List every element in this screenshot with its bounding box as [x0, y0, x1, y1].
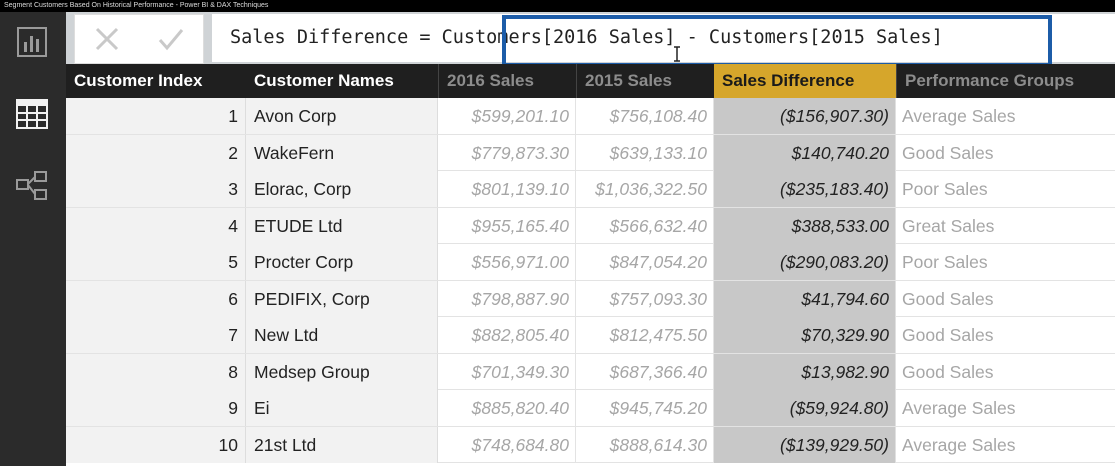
cell-customer-name[interactable]: Avon Corp [246, 98, 438, 134]
cell-customer-name[interactable]: Ei [246, 390, 438, 426]
check-icon [158, 29, 184, 51]
cell-2016-sales[interactable]: $701,349.30 [438, 353, 576, 390]
cell-customer-name[interactable]: WakeFern [246, 134, 438, 171]
cell-performance-group[interactable]: Average Sales [896, 390, 1115, 426]
cell-2015-sales[interactable]: $757,093.30 [576, 280, 714, 317]
cell-customer-index[interactable]: 3 [66, 171, 246, 207]
table-row[interactable]: 3 Elorac, Corp $801,139.10 $1,036,322.50 ($2… [66, 171, 1115, 208]
cell-2015-sales[interactable]: $756,108.40 [576, 98, 714, 134]
cell-2016-sales[interactable]: $748,684.80 [438, 426, 576, 463]
relationships-view-icon[interactable] [12, 166, 52, 206]
cell-performance-group[interactable]: Poor Sales [896, 244, 1115, 280]
table-row[interactable]: 9 Ei $885,820.40 $945,745.20 ($59,924.80) Ave… [66, 390, 1115, 427]
formula-buttons [74, 14, 204, 64]
cell-customer-name[interactable]: New Ltd [246, 317, 438, 353]
cell-2016-sales[interactable]: $882,805.40 [438, 317, 576, 353]
cell-sales-difference[interactable]: ($156,907.30) [714, 98, 896, 134]
cell-customer-index[interactable]: 1 [66, 98, 246, 134]
formula-bar: Sales Difference = Customers[2016 Sales]… [66, 12, 1115, 67]
cell-sales-difference[interactable]: $70,329.90 [714, 317, 896, 353]
cell-2015-sales[interactable]: $888,614.30 [576, 426, 714, 463]
cell-2015-sales[interactable]: $1,036,322.50 [576, 171, 714, 207]
cell-2016-sales[interactable]: $779,873.30 [438, 134, 576, 171]
cell-customer-name[interactable]: PEDIFIX, Corp [246, 280, 438, 317]
cell-sales-difference[interactable]: $41,794.60 [714, 280, 896, 317]
cell-2016-sales[interactable]: $801,139.10 [438, 171, 576, 207]
cell-performance-group[interactable]: Good Sales [896, 135, 1115, 171]
cell-2016-sales[interactable]: $556,971.00 [438, 244, 576, 280]
cell-customer-index[interactable]: 10 [66, 426, 246, 463]
cell-customer-name[interactable]: ETUDE Ltd [246, 207, 438, 244]
table-row[interactable]: 1 Avon Corp $599,201.10 $756,108.40 ($156,90… [66, 98, 1115, 135]
table-row[interactable]: 7 New Ltd $882,805.40 $812,475.50 $70,329.90… [66, 317, 1115, 354]
cell-sales-difference[interactable]: $13,982.90 [714, 353, 896, 390]
video-title: Segment Customers Based On Historical Pe… [4, 2, 269, 9]
view-rail [0, 12, 66, 466]
cell-performance-group[interactable]: Great Sales [896, 208, 1115, 244]
column-header-2016-sales[interactable]: 2016 Sales [438, 64, 576, 98]
formula-input[interactable]: Sales Difference = Customers[2016 Sales]… [212, 14, 1115, 62]
cell-2016-sales[interactable]: $599,201.10 [438, 98, 576, 134]
column-header-sales-difference[interactable]: Sales Difference [714, 64, 896, 98]
cell-customer-index[interactable]: 8 [66, 353, 246, 390]
x-icon [95, 27, 119, 51]
column-header-2015-sales[interactable]: 2015 Sales [576, 64, 714, 98]
column-header-performance-groups[interactable]: Performance Groups [896, 64, 1115, 98]
cell-2015-sales[interactable]: $812,475.50 [576, 317, 714, 353]
table-row[interactable]: 10 21st Ltd $748,684.80 $888,614.30 ($139,92… [66, 426, 1115, 463]
cell-2015-sales[interactable]: $847,054.20 [576, 244, 714, 280]
cell-customer-name[interactable]: Elorac, Corp [246, 171, 438, 207]
text-cursor-icon [674, 46, 680, 62]
cell-performance-group[interactable]: Good Sales [896, 354, 1115, 390]
cell-customer-index[interactable]: 5 [66, 244, 246, 280]
cell-performance-group[interactable]: Poor Sales [896, 171, 1115, 207]
cell-2016-sales[interactable]: $955,165.40 [438, 207, 576, 244]
cell-2015-sales[interactable]: $566,632.40 [576, 207, 714, 244]
table-row[interactable]: 5 Procter Corp $556,971.00 $847,054.20 ($290… [66, 244, 1115, 281]
cell-2015-sales[interactable]: $945,745.20 [576, 390, 714, 426]
cell-sales-difference[interactable]: ($235,183.40) [714, 171, 896, 207]
cell-2016-sales[interactable]: $885,820.40 [438, 390, 576, 426]
cell-customer-index[interactable]: 6 [66, 280, 246, 317]
report-view-icon[interactable] [12, 22, 52, 62]
table-row[interactable]: 8 Medsep Group $701,349.30 $687,366.40 $13,9… [66, 353, 1115, 390]
cell-sales-difference[interactable]: ($139,929.50) [714, 426, 896, 463]
cell-sales-difference[interactable]: $388,533.00 [714, 207, 896, 244]
table-row[interactable]: 6 PEDIFIX, Corp $798,887.90 $757,093.30 $41,… [66, 280, 1115, 317]
data-view-icon[interactable] [12, 94, 52, 134]
cell-customer-name[interactable]: Procter Corp [246, 244, 438, 280]
table-row[interactable]: 2 WakeFern $779,873.30 $639,133.10 $140,740.… [66, 134, 1115, 171]
cell-customer-name[interactable]: Medsep Group [246, 353, 438, 390]
cell-sales-difference[interactable]: ($290,083.20) [714, 244, 896, 280]
cell-performance-group[interactable]: Good Sales [896, 281, 1115, 317]
column-header-customer-names[interactable]: Customer Names [246, 64, 438, 98]
table-row[interactable]: 4 ETUDE Ltd $955,165.40 $566,632.40 $388,533… [66, 207, 1115, 244]
cell-2016-sales[interactable]: $798,887.90 [438, 280, 576, 317]
cell-performance-group[interactable]: Average Sales [896, 98, 1115, 134]
cell-customer-name[interactable]: 21st Ltd [246, 426, 438, 463]
cancel-formula-button[interactable] [87, 19, 127, 59]
cell-customer-index[interactable]: 4 [66, 207, 246, 244]
cell-2015-sales[interactable]: $639,133.10 [576, 134, 714, 171]
cell-customer-index[interactable]: 9 [66, 390, 246, 426]
cell-2015-sales[interactable]: $687,366.40 [576, 353, 714, 390]
cell-sales-difference[interactable]: ($59,924.80) [714, 390, 896, 426]
cell-customer-index[interactable]: 7 [66, 317, 246, 353]
cell-customer-index[interactable]: 2 [66, 134, 246, 171]
cell-performance-group[interactable]: Average Sales [896, 427, 1115, 463]
cell-performance-group[interactable]: Good Sales [896, 317, 1115, 353]
commit-formula-button[interactable] [151, 19, 191, 59]
column-header-customer-index[interactable]: Customer Index [66, 64, 246, 98]
data-table: Customer Index Customer Names 2016 Sales… [66, 64, 1115, 466]
cell-sales-difference[interactable]: $140,740.20 [714, 134, 896, 171]
